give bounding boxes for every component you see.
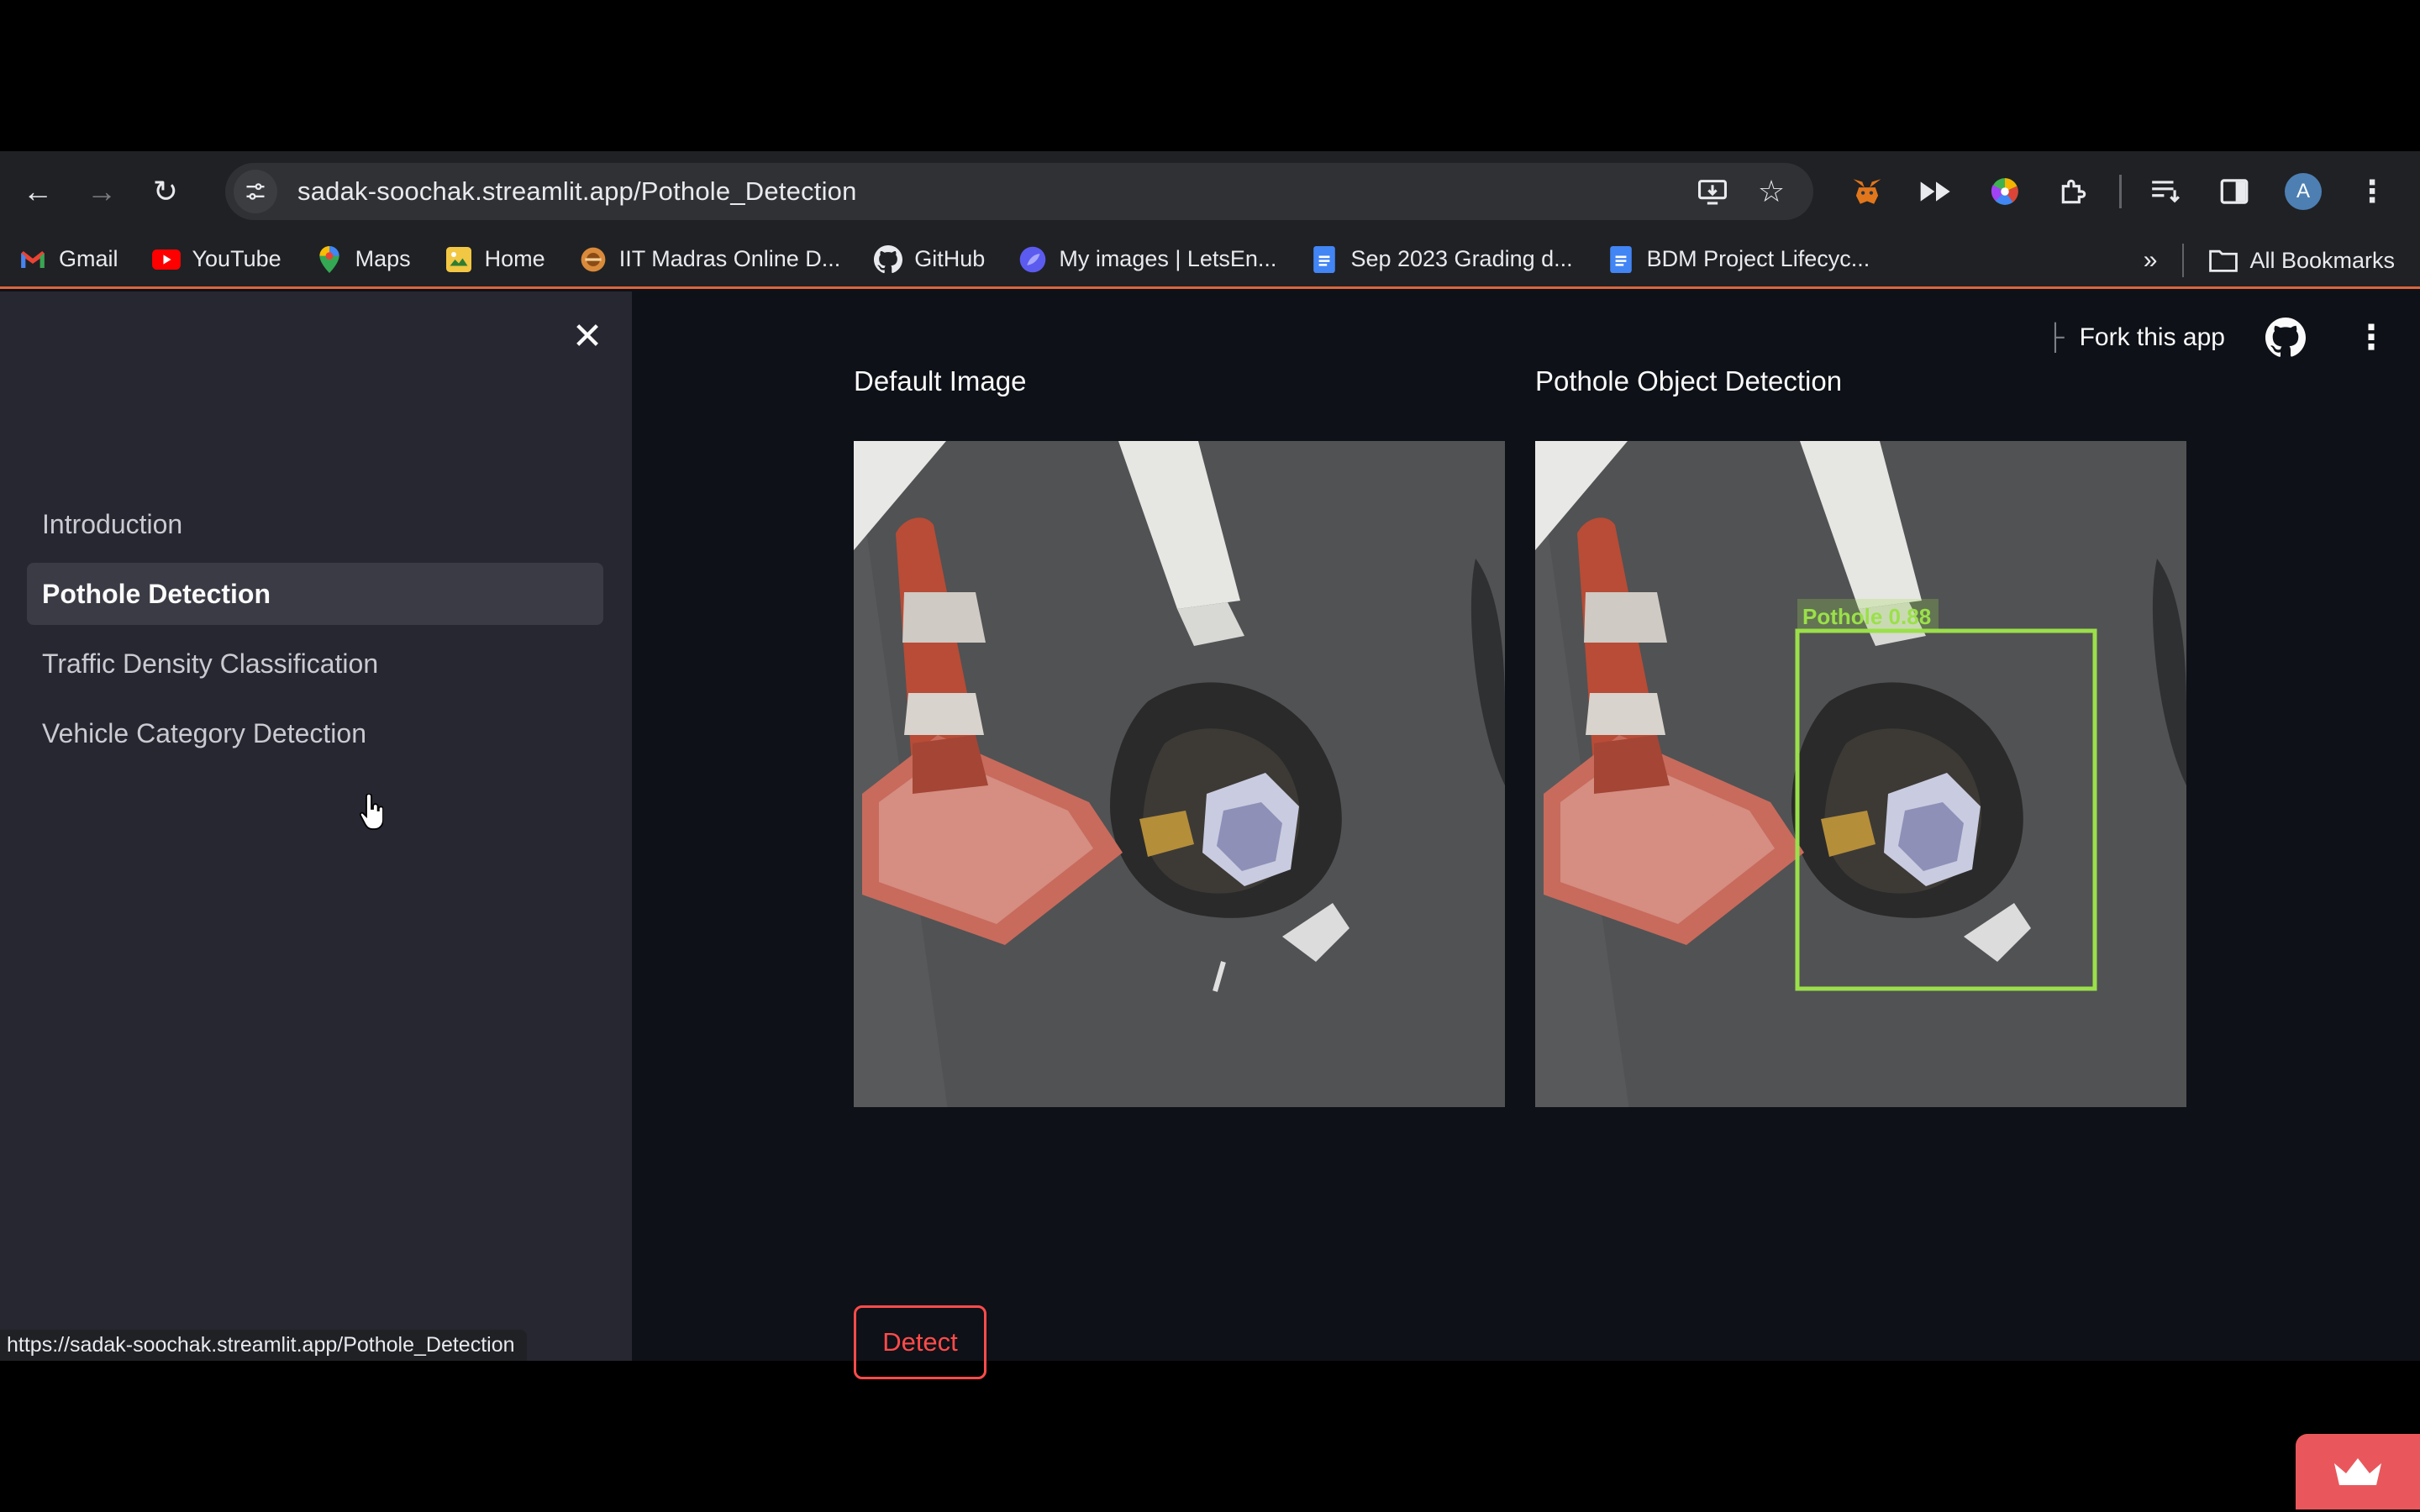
detect-button[interactable]: Detect — [854, 1305, 986, 1379]
iit-madras-icon — [579, 245, 608, 274]
sidebar-item-label: Vehicle Category Detection — [42, 717, 366, 748]
sidebar-item-traffic-density[interactable]: Traffic Density Classification — [27, 633, 603, 695]
close-sidebar-icon[interactable]: ✕ — [566, 315, 608, 357]
url-text[interactable]: sadak-soochak.streamlit.app/Pothole_Dete… — [297, 176, 857, 207]
detection-image-title: Pothole Object Detection — [1535, 365, 1843, 396]
bookmarks-separator — [2182, 244, 2185, 277]
sidebar-item-introduction[interactable]: Introduction — [27, 493, 603, 555]
bookmark-label: Sep 2023 Grading d... — [1350, 246, 1573, 271]
metamask-extension-icon[interactable] — [1840, 165, 1894, 218]
bookmark-iit-madras[interactable]: IIT Madras Online D... — [579, 245, 841, 274]
home-image-icon — [445, 245, 473, 274]
bookmark-star-icon[interactable]: ☆ — [1751, 171, 1791, 212]
sidebar-nav: Introduction Pothole Detection Traffic D… — [27, 493, 603, 772]
github-icon[interactable] — [2265, 318, 2306, 358]
detection-label: Pothole 0.88 — [1802, 604, 1931, 629]
youtube-icon — [151, 245, 181, 274]
bookmarks-overflow-icon[interactable]: » — [2144, 246, 2158, 275]
bookmark-label: YouTube — [192, 246, 281, 271]
sidebar-item-label: Traffic Density Classification — [42, 648, 379, 679]
sidebar-item-pothole-detection[interactable]: Pothole Detection — [27, 563, 603, 625]
browser-toolbar: ← → ↻ sadak-soochak.streamlit.app/Pothol… — [0, 151, 2420, 232]
bookmarks-bar: Gmail YouTube Maps Home IIT Madras Onlin… — [0, 232, 2420, 289]
all-bookmarks-button[interactable]: All Bookmarks — [2209, 246, 2395, 275]
fast-forward-extension-icon[interactable] — [1909, 165, 1963, 218]
bookmark-sep-grading[interactable]: Sep 2023 Grading d... — [1310, 245, 1573, 274]
fork-this-app-button[interactable]: ├ Fork this app — [2046, 323, 2225, 352]
bookmark-label: BDM Project Lifecyc... — [1646, 246, 1870, 271]
avatar-letter: A — [2285, 173, 2322, 210]
side-panel-icon[interactable] — [2207, 165, 2261, 218]
back-icon[interactable]: ← — [12, 165, 64, 218]
hand-cursor-icon — [360, 794, 383, 830]
maps-pin-icon — [315, 245, 344, 274]
reload-icon[interactable]: ↻ — [139, 165, 192, 218]
bookmark-label: Gmail — [59, 246, 118, 271]
bookmark-gmail[interactable]: Gmail — [18, 245, 118, 274]
sidebar-item-label: Introduction — [42, 508, 183, 539]
default-pothole-image — [854, 441, 1505, 1107]
sidebar-item-label: Pothole Detection — [42, 578, 271, 609]
bookmark-bdm-project[interactable]: BDM Project Lifecyc... — [1607, 245, 1870, 274]
app-header-actions: ├ Fork this app ⋮ — [2046, 291, 2420, 384]
letsenhance-icon — [1018, 245, 1047, 274]
bookmark-label: My images | LetsEn... — [1059, 246, 1277, 271]
forward-icon[interactable]: → — [76, 165, 128, 218]
bookmark-github[interactable]: GitHub — [874, 244, 986, 274]
google-docs-icon — [1607, 245, 1635, 274]
screen: ← → ↻ sadak-soochak.streamlit.app/Pothol… — [0, 0, 2420, 1512]
address-bar[interactable]: sadak-soochak.streamlit.app/Pothole_Dete… — [225, 163, 1813, 220]
browser-window: ← → ↻ sadak-soochak.streamlit.app/Pothol… — [0, 151, 2420, 1509]
all-bookmarks-label: All Bookmarks — [2249, 247, 2395, 273]
gmail-icon — [18, 245, 47, 274]
fork-icon: ├ — [2046, 323, 2065, 351]
color-picker-extension-icon[interactable] — [1978, 165, 2032, 218]
sidebar: ✕ Introduction Pothole Detection Traffic… — [0, 291, 632, 1361]
site-settings-icon[interactable] — [234, 170, 277, 213]
bookmark-home[interactable]: Home — [445, 245, 545, 274]
bookmark-label: Home — [484, 246, 545, 271]
bookmark-label: GitHub — [914, 246, 986, 271]
google-docs-icon — [1310, 245, 1339, 274]
github-icon — [874, 244, 903, 274]
chrome-menu-icon[interactable]: ⋮ — [2345, 165, 2399, 218]
streamlit-app: ✕ Introduction Pothole Detection Traffic… — [0, 291, 2420, 1509]
bookmark-label: Maps — [355, 246, 411, 271]
bookmark-maps[interactable]: Maps — [315, 245, 411, 274]
bookmark-label: IIT Madras Online D... — [618, 246, 841, 271]
extensions-puzzle-icon[interactable] — [2047, 165, 2101, 218]
sidebar-item-vehicle-category[interactable]: Vehicle Category Detection — [27, 702, 603, 764]
default-image-title: Default Image — [854, 365, 1027, 396]
fork-label: Fork this app — [2079, 323, 2225, 351]
profile-avatar[interactable]: A — [2276, 165, 2330, 218]
status-url: https://sadak-soochak.streamlit.app/Poth… — [7, 1333, 515, 1357]
detection-result-image: Pothole 0.88 — [1535, 441, 2186, 1107]
bookmark-letsenhance[interactable]: My images | LetsEn... — [1018, 245, 1276, 274]
manage-app-crown-icon[interactable] — [2296, 1434, 2420, 1509]
bookmark-youtube[interactable]: YouTube — [151, 245, 281, 274]
install-app-icon[interactable] — [1692, 171, 1733, 212]
app-menu-icon[interactable]: ⋮ — [2354, 318, 2388, 357]
media-controls-icon[interactable] — [2139, 165, 2192, 218]
toolbar-separator — [2119, 175, 2122, 208]
link-status-bar: https://sadak-soochak.streamlit.app/Poth… — [0, 1330, 527, 1361]
folder-icon — [2209, 246, 2238, 275]
